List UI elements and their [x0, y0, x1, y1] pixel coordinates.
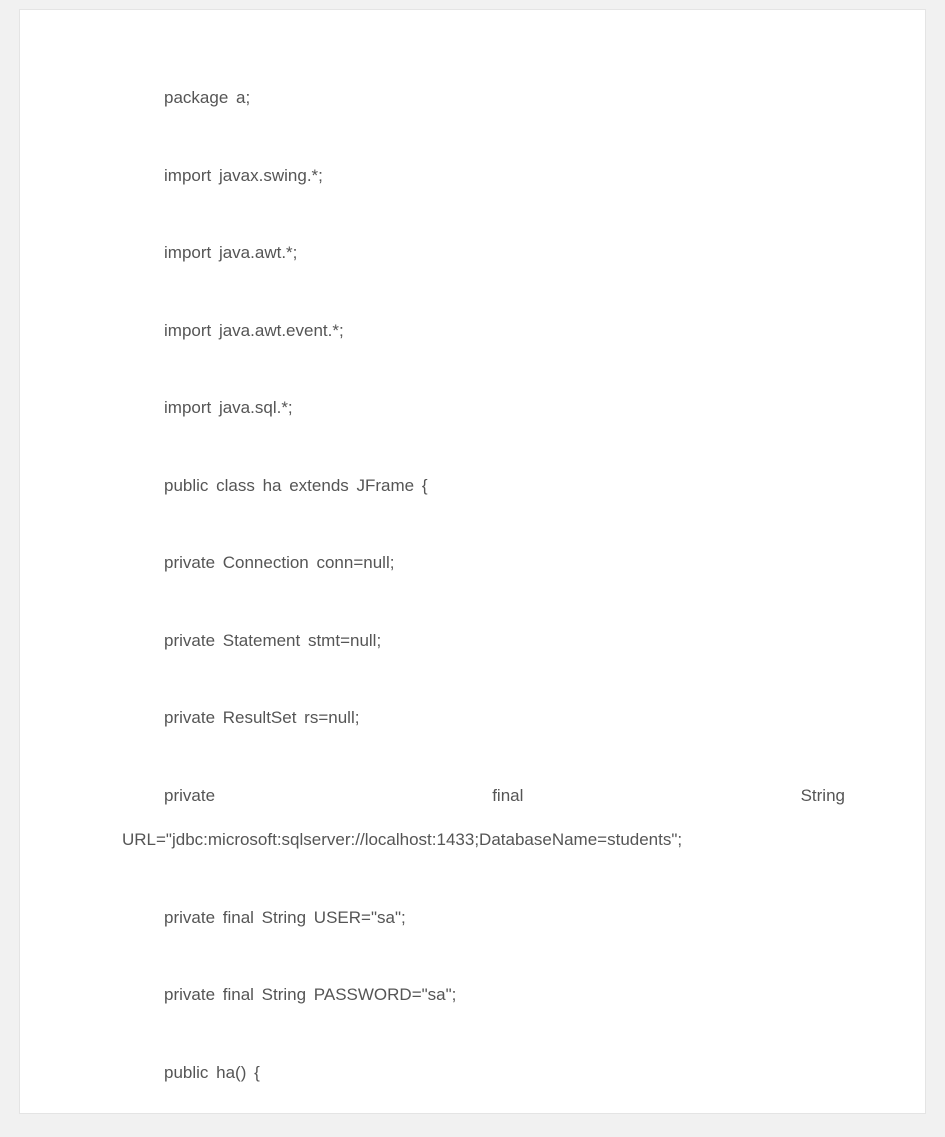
code-token: final: [492, 783, 523, 809]
code-line: public class ha extends JFrame {: [122, 473, 845, 499]
code-token: private: [164, 783, 215, 809]
code-line: private final String USER="sa";: [122, 905, 845, 931]
code-line: private ResultSet rs=null;: [122, 705, 845, 731]
code-text: import java.awt.*;: [164, 243, 297, 262]
code-line: import java.awt.event.*;: [122, 318, 845, 344]
code-line: package a;: [122, 85, 845, 111]
code-text: private Statement stmt=null;: [164, 631, 381, 650]
code-line: import java.sql.*;: [122, 395, 845, 421]
code-line: private Statement stmt=null;: [122, 628, 845, 654]
code-line: import java.awt.*;: [122, 240, 845, 266]
code-text: public ha() {: [164, 1063, 260, 1082]
code-text: import javax.swing.*;: [164, 166, 323, 185]
code-line: public ha() {: [122, 1060, 845, 1086]
code-text: public class ha extends JFrame {: [164, 476, 428, 495]
code-text: private Connection conn=null;: [164, 553, 394, 572]
code-text: private ResultSet rs=null;: [164, 708, 359, 727]
code-line: private Connection conn=null;: [122, 550, 845, 576]
document-page: package a; import javax.swing.*; import …: [20, 10, 925, 1113]
code-text: package a;: [164, 88, 250, 107]
code-text: import java.awt.event.*;: [164, 321, 344, 340]
code-text: import java.sql.*;: [164, 398, 293, 417]
code-text: private final String USER="sa";: [164, 908, 406, 927]
code-block: package a; import javax.swing.*; import …: [122, 85, 845, 1137]
wrapped-continuation: URL="jdbc:microsoft:sqlserver://localhos…: [122, 827, 845, 853]
code-line: private final String PASSWORD="sa";: [122, 982, 845, 1008]
code-text: private final String PASSWORD="sa";: [164, 985, 456, 1004]
code-line: import javax.swing.*;: [122, 163, 845, 189]
code-line-wrapped: private final String URL="jdbc:microsoft…: [122, 783, 845, 853]
code-token: String: [801, 783, 845, 809]
wrapped-first-row: private final String: [122, 783, 845, 809]
